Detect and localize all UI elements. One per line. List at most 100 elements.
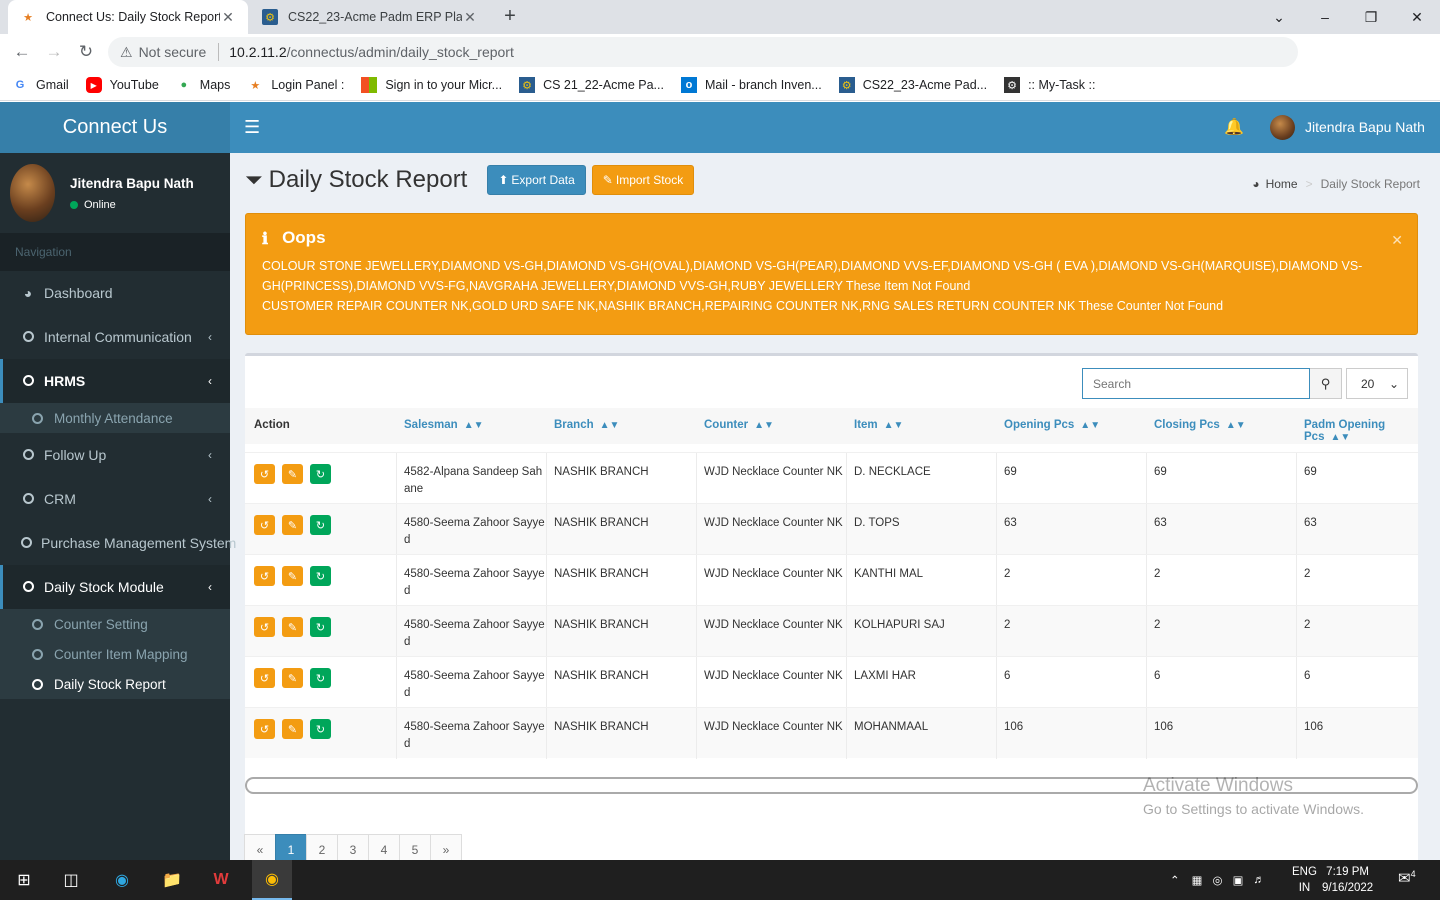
sidebar-item-purchase-management[interactable]: Purchase Management System: [0, 521, 236, 565]
edit-icon[interactable]: ✎: [282, 566, 303, 586]
alert-line: COLOUR STONE JEWELLERY,DIAMOND VS-GH,DIA…: [262, 259, 1363, 273]
history-icon[interactable]: ↺: [254, 668, 275, 688]
column-header-counter[interactable]: Counter ▲▼: [704, 419, 774, 431]
volume-icon[interactable]: ♬: [1253, 874, 1265, 886]
column-header-opening-pcs[interactable]: Opening Pcs ▲▼: [1004, 419, 1100, 431]
topbar-user-name[interactable]: Jitendra Bapu Nath: [1305, 119, 1425, 135]
restore-icon[interactable]: ↻: [310, 617, 331, 637]
alert-line: GH(PRINCESS),DIAMOND VVS-FG,NAVGRAHA JEW…: [262, 279, 971, 293]
column-header-padm-opening-pcs[interactable]: Padm Opening Pcs ▲▼: [1304, 419, 1418, 443]
reload-icon[interactable]: ↻: [70, 36, 102, 68]
pagination-item[interactable]: «: [244, 834, 276, 860]
tab-connect-us[interactable]: ★ Connect Us: Daily Stock Report ✕: [8, 0, 248, 34]
bookmark-login-panel[interactable]: ★ Login Panel :: [247, 77, 344, 93]
bell-icon[interactable]: 🔔: [1224, 117, 1244, 137]
app-tray-icon[interactable]: ▦: [1192, 873, 1203, 887]
meet-icon[interactable]: ◎: [1213, 873, 1223, 887]
cell-salesman: 4580-Seema Zahoor Sayye d: [404, 566, 545, 600]
page-size-select[interactable]: 20 ⌄: [1346, 368, 1408, 399]
search-icon[interactable]: ⚲: [1310, 368, 1342, 399]
bookmark-gmail[interactable]: G Gmail: [12, 77, 69, 93]
new-tab-button[interactable]: +: [498, 4, 522, 28]
restore-icon[interactable]: ↻: [310, 566, 331, 586]
wps-office-icon[interactable]: W: [209, 868, 233, 892]
bookmark-my-task[interactable]: ⚙:: My-Task ::: [1004, 77, 1095, 93]
sidebar-item-daily-stock-module[interactable]: Daily Stock Module ‹: [0, 565, 230, 609]
pagination: «1 2 3 4 5»: [244, 834, 462, 860]
column-header-closing-pcs[interactable]: Closing Pcs ▲▼: [1154, 419, 1246, 431]
alert-body: COLOUR STONE JEWELLERY,DIAMOND VS-GH,DIA…: [262, 256, 1401, 316]
bookmark-erp-2122[interactable]: ⚙ CS 21_22-Acme Pa...: [519, 77, 664, 93]
avatar[interactable]: [1270, 115, 1295, 140]
minimize-button[interactable]: –: [1302, 0, 1348, 34]
pagination-item[interactable]: 4: [368, 834, 400, 860]
language-indicator[interactable]: ENG IN: [1292, 864, 1317, 896]
tab-erp[interactable]: ⚙ CS22_23-Acme Padm ERP Platfor ✕: [250, 0, 490, 34]
tab-search-icon[interactable]: ⌄: [1256, 0, 1302, 34]
circle-icon: [21, 329, 35, 345]
bookmark-microsoft[interactable]: Sign in to your Micr...: [361, 77, 502, 93]
close-tab-icon[interactable]: ✕: [462, 9, 478, 26]
back-icon[interactable]: ←: [6, 36, 38, 68]
export-data-button[interactable]: ⬆ Export Data: [487, 165, 586, 195]
search-input[interactable]: [1082, 368, 1310, 399]
history-icon[interactable]: ↺: [254, 566, 275, 586]
cell-text: 4580-Seema Zahoor Sayye: [404, 670, 545, 682]
column-header-salesman[interactable]: Salesman ▲▼: [404, 419, 484, 431]
restore-button[interactable]: ❐: [1348, 0, 1394, 34]
bookmark-youtube[interactable]: ▶ YouTube: [85, 77, 159, 93]
close-tab-icon[interactable]: ✕: [220, 9, 236, 26]
sidebar-item-counter-setting[interactable]: Counter Setting: [0, 609, 230, 639]
close-window-button[interactable]: ✕: [1394, 0, 1440, 34]
app-logo[interactable]: Connect Us: [0, 102, 230, 153]
sidebar-item-hrms[interactable]: HRMS ‹: [0, 359, 230, 403]
column-header-branch[interactable]: Branch ▲▼: [554, 419, 619, 431]
task-view-icon[interactable]: ◫: [59, 868, 83, 892]
column-header-item[interactable]: Item ▲▼: [854, 419, 903, 431]
clock[interactable]: 7:19 PM 9/16/2022: [1322, 864, 1373, 896]
edge-icon[interactable]: ◉: [110, 868, 134, 892]
pagination-item[interactable]: 1: [275, 834, 307, 860]
history-icon[interactable]: ↺: [254, 617, 275, 637]
url-omnibox[interactable]: ⚠ Not secure 10.2.11.2/connectus/admin/d…: [108, 37, 1298, 67]
pagination-item[interactable]: 5: [399, 834, 431, 860]
chrome-icon[interactable]: ◉: [252, 860, 292, 900]
close-icon[interactable]: ✕: [1391, 232, 1403, 249]
edit-icon[interactable]: ✎: [282, 515, 303, 535]
sidebar-item-follow-up[interactable]: Follow Up ‹: [0, 433, 230, 477]
restore-icon[interactable]: ↻: [310, 464, 331, 484]
history-icon[interactable]: ↺: [254, 719, 275, 739]
bookmark-maps[interactable]: ● Maps: [176, 77, 230, 93]
sidebar-item-counter-item-mapping[interactable]: Counter Item Mapping: [0, 639, 230, 669]
edit-icon[interactable]: ✎: [282, 464, 303, 484]
column-divider: [546, 555, 547, 606]
pagination-item[interactable]: 3: [337, 834, 369, 860]
hamburger-menu-icon[interactable]: ☰: [244, 117, 260, 138]
sidebar-item-crm[interactable]: CRM ‹: [0, 477, 230, 521]
history-icon[interactable]: ↺: [254, 464, 275, 484]
cell-text: 69: [1004, 466, 1017, 478]
edit-icon[interactable]: ✎: [282, 668, 303, 688]
restore-icon[interactable]: ↻: [310, 719, 331, 739]
breadcrumb-home[interactable]: Home: [1266, 177, 1298, 191]
file-explorer-icon[interactable]: 📁: [160, 868, 184, 892]
chevron-up-icon[interactable]: ⌃: [1170, 873, 1180, 887]
pagination-item[interactable]: 2: [306, 834, 338, 860]
edit-icon[interactable]: ✎: [282, 617, 303, 637]
pagination-item[interactable]: »: [430, 834, 462, 860]
forward-icon[interactable]: →: [38, 36, 70, 68]
notification-icon[interactable]: ✉4: [1398, 869, 1416, 887]
sidebar-item-daily-stock-report[interactable]: Daily Stock Report: [0, 669, 230, 699]
sidebar-item-dashboard[interactable]: ◕ Dashboard: [0, 271, 230, 315]
bookmark-erp-2223[interactable]: ⚙ CS22_23-Acme Pad...: [838, 77, 987, 93]
network-icon[interactable]: ▣: [1233, 873, 1244, 887]
edit-icon[interactable]: ✎: [282, 719, 303, 739]
sidebar-item-monthly-attendance[interactable]: Monthly Attendance: [0, 403, 230, 433]
windows-start-icon[interactable]: ⊞: [12, 868, 36, 892]
import-stock-button[interactable]: ✎ Import Stock: [591, 165, 695, 195]
restore-icon[interactable]: ↻: [310, 515, 331, 535]
bookmark-mail[interactable]: o Mail - branch Inven...: [680, 77, 822, 93]
sidebar-item-internal-communication[interactable]: Internal Communication ‹: [0, 315, 230, 359]
history-icon[interactable]: ↺: [254, 515, 275, 535]
restore-icon[interactable]: ↻: [310, 668, 331, 688]
